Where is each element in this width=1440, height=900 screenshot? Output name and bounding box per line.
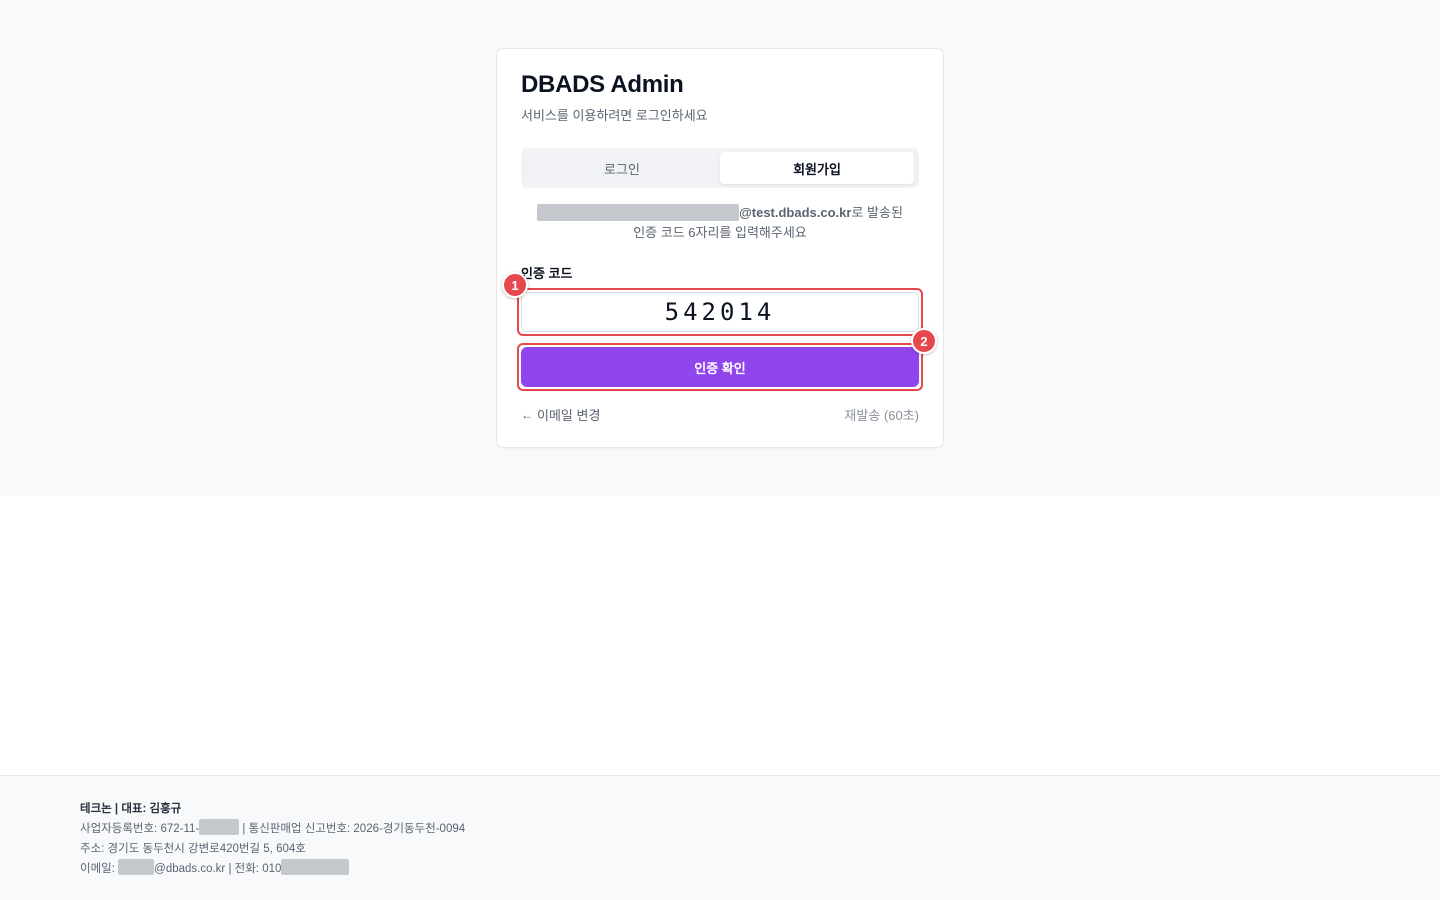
tab-signup[interactable]: 회원가입	[720, 152, 914, 184]
resend-button: 재발송 (60초)	[844, 408, 919, 423]
verification-code-input[interactable]: 542014	[521, 292, 919, 332]
footer-biz-reg-prefix: 사업자등록번호: 672-11-	[80, 823, 200, 835]
notice-line1-suffix: 로 발송된	[851, 205, 903, 220]
footer-company: 테크논 | 대표: 김홍규	[80, 803, 182, 815]
redacted-biz-number	[199, 819, 240, 836]
card-title: DBADS Admin	[521, 71, 684, 98]
redacted-email-user	[118, 859, 155, 876]
verification-notice: @test.dbads.co.kr로 발송된 인증 코드 6자리를 입력해주세요	[521, 203, 919, 243]
notice-email-domain: @test.dbads.co.kr	[739, 205, 852, 220]
change-email-link[interactable]: ← 이메일 변경	[521, 405, 600, 424]
card-subtitle: 서비스를 이용하려면 로그인하세요	[521, 108, 708, 123]
auth-tabs: 로그인 회원가입	[521, 148, 919, 188]
footer-email-domain: @dbads.co.kr	[154, 863, 226, 875]
footer-contact: 이메일: @dbads.co.kr | 전화: 010	[80, 859, 350, 876]
footer-business-info: 사업자등록번호: 672-11- | 통신판매업 신고번호: 2026-경기동두…	[80, 819, 466, 836]
auth-card: DBADS Admin 서비스를 이용하려면 로그인하세요 로그인 회원가입 @…	[496, 48, 944, 448]
notice-line2: 인증 코드 6자리를 입력해주세요	[633, 225, 807, 240]
arrow-left-icon: ←	[521, 407, 533, 422]
notice-line1: @test.dbads.co.kr로 발송된	[521, 203, 919, 223]
footer-address: 주소: 경기도 동두천시 강변로420번길 5, 604호	[80, 843, 306, 855]
annotation-badge-1: 1	[502, 272, 528, 298]
tab-login[interactable]: 로그인	[525, 152, 719, 184]
footer: 테크논 | 대표: 김홍규 사업자등록번호: 672-11- | 통신판매업 신…	[0, 775, 1440, 900]
code-label: 인증 코드	[521, 266, 573, 281]
footer-email-prefix: 이메일:	[80, 863, 119, 875]
footer-phone-prefix: | 전화: 010	[225, 863, 282, 875]
redacted-email-user	[537, 203, 740, 221]
redacted-phone	[281, 859, 350, 876]
annotation-badge-2: 2	[911, 328, 937, 354]
verify-button[interactable]: 인증 확인	[521, 347, 919, 387]
footer-biz-reg-suffix: | 통신판매업 신고번호: 2026-경기동두천-0094	[239, 823, 466, 835]
change-email-label: 이메일 변경	[537, 408, 601, 423]
